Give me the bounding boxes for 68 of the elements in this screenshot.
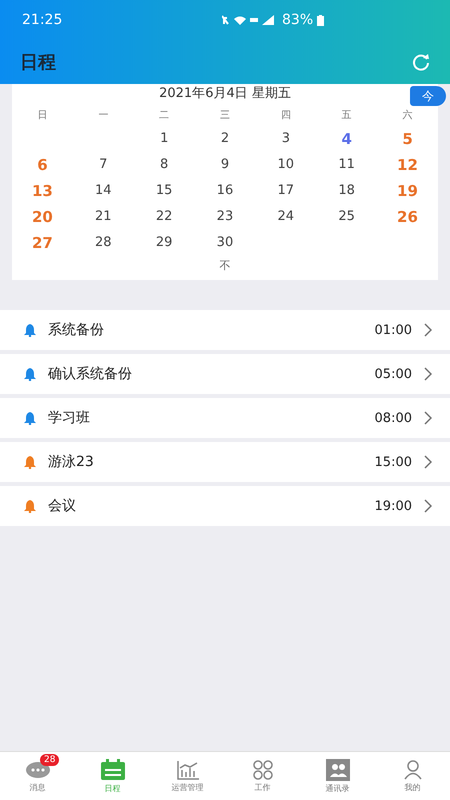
chart-icon [176, 760, 200, 780]
calendar-day[interactable]: 25 [316, 204, 378, 230]
event-title: 学习班 [48, 409, 91, 427]
chevron-right-icon [424, 367, 432, 381]
calendar-day[interactable]: 3 [255, 126, 316, 152]
chevron-right-icon [424, 323, 432, 337]
page-title: 日程 [20, 51, 56, 74]
calendar-day[interactable]: 8 [134, 152, 195, 178]
weekday-label: 一 [97, 109, 110, 123]
event-time: 05:00 [374, 366, 412, 382]
event-time: 08:00 [374, 410, 412, 426]
status-time: 21:25 [22, 12, 62, 28]
calendar-day[interactable]: 2 [194, 126, 256, 152]
refresh-icon[interactable] [412, 53, 430, 71]
calendar-day[interactable]: 15 [134, 178, 195, 204]
calendar-day[interactable]: 22 [134, 204, 195, 230]
person-icon [402, 760, 422, 780]
collapse-toggle[interactable]: 不 [220, 258, 230, 273]
event-time: 19:00 [374, 498, 412, 514]
today-button[interactable]: 今 [410, 86, 446, 106]
calendar-day[interactable]: 16 [194, 178, 256, 204]
weekday-label: 日 [36, 109, 48, 123]
calendar-day[interactable]: 21 [72, 204, 134, 230]
tab-bar-item[interactable]: 我的 [375, 752, 450, 800]
weekday-label: 三 [218, 109, 231, 123]
event-time: 15:00 [374, 454, 412, 470]
calendar-day[interactable]: 7 [72, 152, 134, 178]
calendar-day[interactable]: 10 [255, 152, 316, 178]
event-title: 系统备份 [48, 321, 105, 339]
calendar-day[interactable]: 30 [194, 230, 256, 256]
tab-bar-item[interactable]: 通讯录 [300, 752, 375, 800]
event-row[interactable]: 确认系统备份 05:00 [0, 354, 450, 394]
calendar-day[interactable]: 11 [316, 152, 378, 178]
calendar-day[interactable]: 4 [316, 126, 378, 152]
unread-badge: 28 [40, 754, 60, 766]
calendar-day[interactable]: 1 [134, 126, 195, 152]
weekday-label: 六 [402, 108, 414, 123]
calendar-day[interactable]: 28 [72, 230, 134, 256]
contacts-icon [326, 758, 350, 780]
tab-bar-item[interactable]: 运营管理 [150, 752, 225, 800]
weekday-label: 四 [280, 109, 292, 123]
battery-level: 83% [282, 12, 314, 28]
calendar-day[interactable]: 24 [255, 204, 316, 230]
battery-icon [317, 14, 324, 26]
tab-bar-item[interactable]: 工作 [225, 752, 300, 800]
grid-icon [252, 760, 274, 780]
calendar-day[interactable]: 9 [194, 152, 256, 178]
calendar-day[interactable]: 17 [255, 178, 316, 204]
chevron-right-icon [424, 499, 432, 513]
event-row[interactable]: 会议 19:00 [0, 486, 450, 526]
calendar-icon [100, 758, 126, 780]
calendar-day[interactable]: 14 [72, 178, 134, 204]
event-title: 游泳23 [48, 453, 95, 471]
calendar-day[interactable]: 23 [194, 204, 256, 230]
chevron-right-icon [424, 455, 432, 469]
tab-bar-item[interactable]: 消息 28 [0, 752, 75, 800]
calendar-day[interactable]: 18 [316, 178, 378, 204]
event-time: 01:00 [374, 322, 412, 338]
event-row[interactable]: 学习班 08:00 [0, 398, 450, 438]
calendar-date-title: 2021年6月4日 星期五 [159, 85, 291, 103]
event-row[interactable]: 游泳23 15:00 [0, 442, 450, 482]
calendar-day[interactable]: 29 [134, 230, 195, 256]
chevron-right-icon [424, 411, 432, 425]
event-row[interactable]: 系统备份 01:00 [0, 310, 450, 350]
weekday-label: 五 [340, 109, 353, 123]
event-title: 确认系统备份 [48, 365, 133, 383]
weekday-label: 二 [158, 109, 170, 123]
event-title: 会议 [48, 497, 77, 515]
